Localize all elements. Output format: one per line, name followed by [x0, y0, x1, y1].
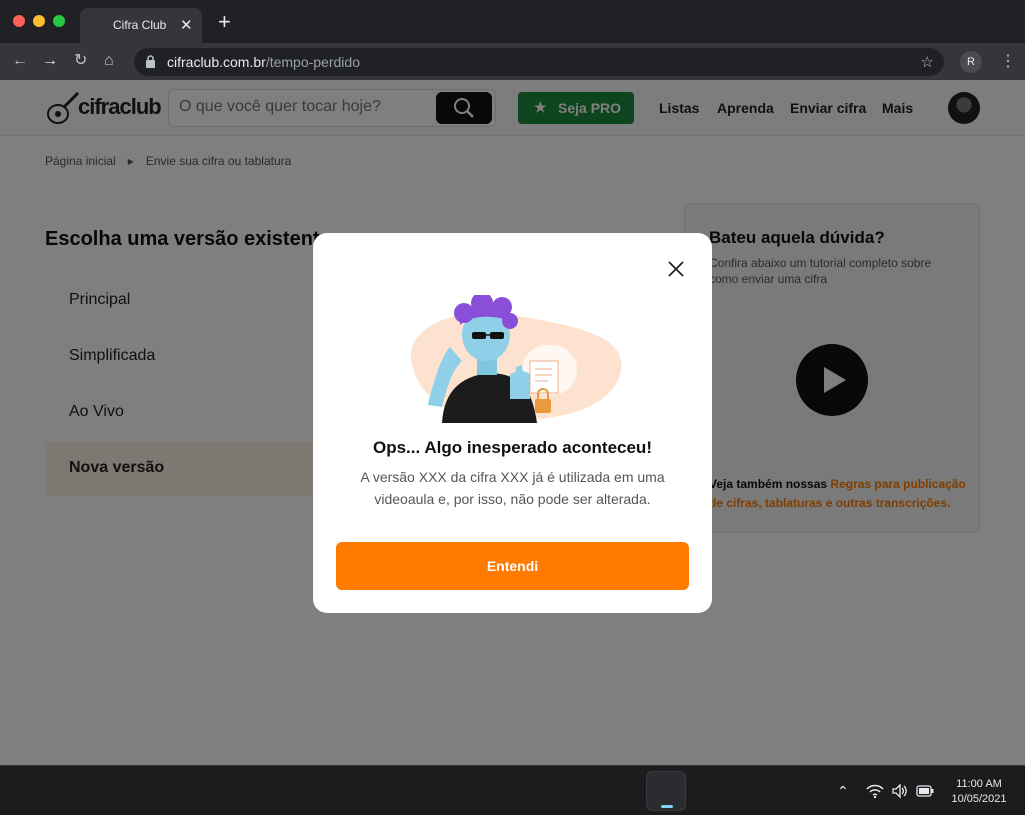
url-path: /tempo-perdido	[265, 54, 360, 70]
modal-message: A versão XXX da cifra XXX já é utilizada…	[360, 469, 665, 507]
system-clock[interactable]: 11:00 AM 10/05/2021	[944, 777, 1014, 807]
tab-close-icon[interactable]: ✕	[180, 16, 193, 34]
wifi-icon[interactable]	[866, 783, 884, 799]
profile-avatar[interactable]: R	[960, 51, 982, 73]
close-icon[interactable]	[667, 260, 685, 278]
url-text: cifraclub.com.br/tempo-perdido	[167, 54, 360, 70]
clock-date: 10/05/2021	[951, 793, 1007, 805]
entendi-button[interactable]: Entendi	[336, 542, 689, 590]
back-icon[interactable]: ←	[12, 52, 28, 70]
new-tab-button[interactable]: +	[218, 11, 231, 33]
browser-window: Cifra Club ✕ + ← → ↻ ⌂ cifraclub.com.br/…	[0, 0, 1025, 765]
address-bar[interactable]: cifraclub.com.br/tempo-perdido ☆	[134, 48, 944, 76]
error-modal: Ops... Algo inesperado aconteceu! A vers…	[313, 233, 712, 613]
tab-bar: Cifra Club ✕ +	[0, 0, 1025, 43]
url-domain: cifraclub.com.br	[167, 54, 266, 70]
taskbar: ⌃ 11:00 AM 10/05/2021	[0, 765, 1025, 815]
guard-illustration	[410, 295, 622, 423]
close-window-button[interactable]	[13, 15, 25, 27]
tab-cifra-club[interactable]: Cifra Club ✕	[80, 8, 202, 43]
forward-icon[interactable]: →	[42, 52, 58, 70]
reload-icon[interactable]: ↻	[74, 52, 87, 70]
volume-icon[interactable]	[891, 783, 909, 799]
taskbar-browser-app[interactable]	[646, 771, 686, 811]
bookmark-star-icon[interactable]: ☆	[921, 53, 934, 71]
maximize-window-button[interactable]	[53, 15, 65, 27]
battery-icon[interactable]	[916, 785, 934, 797]
modal-title: Ops... Algo inesperado aconteceu!	[373, 438, 652, 457]
tab-title: Cifra Club	[113, 18, 167, 32]
clock-time: 11:00 AM	[956, 778, 1002, 790]
minimize-window-button[interactable]	[33, 15, 45, 27]
chevron-up-icon[interactable]: ⌃	[837, 783, 849, 800]
web-page: cifraclub ★ Seja PRO Listas Aprenda Envi…	[0, 80, 1025, 765]
browser-menu-icon[interactable]: ⋮	[1000, 51, 1016, 71]
browser-toolbar: ← → ↻ ⌂ cifraclub.com.br/tempo-perdido ☆	[0, 43, 1025, 80]
lock-icon	[146, 55, 155, 68]
home-icon[interactable]: ⌂	[104, 52, 114, 70]
